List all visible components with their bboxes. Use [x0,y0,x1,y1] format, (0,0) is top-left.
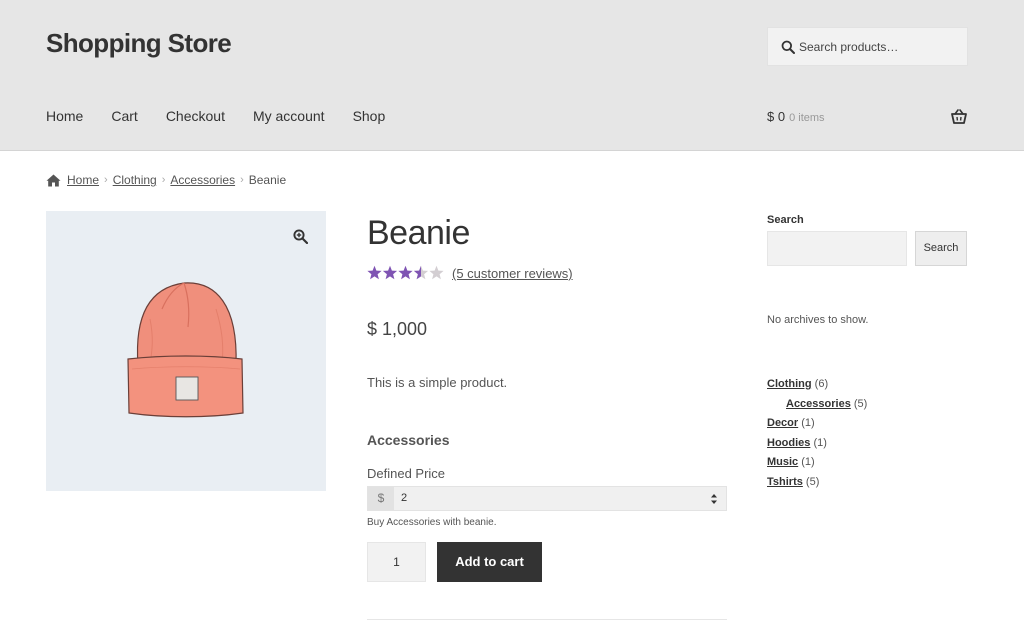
cart-items-count: 0 items [789,112,825,124]
breadcrumb-home[interactable]: Home [67,173,99,187]
breadcrumb-separator: › [161,174,166,186]
selected-price-value: 2 [401,492,408,504]
site-header: Shopping Store Search products… Home Car… [0,0,1024,151]
category-link-accessories[interactable]: Accessories [786,398,851,410]
site-title[interactable]: Shopping Store [46,28,232,59]
star-full-icon [398,265,413,280]
product-title: Beanie [367,214,470,252]
nav-shop[interactable]: Shop [353,108,386,128]
sidebar-search-input[interactable] [767,231,907,266]
star-full-icon [367,265,382,280]
nav-my-account[interactable]: My account [253,108,325,128]
zoom-in-icon[interactable] [293,229,308,244]
search-placeholder: Search products… [799,40,899,54]
category-link-clothing[interactable]: Clothing [767,378,812,390]
sidebar-search-button[interactable]: Search [915,231,967,266]
category-link-decor[interactable]: Decor [767,417,798,429]
addon-description: Buy Accessories with beanie. [367,517,497,528]
breadcrumb: Home › Clothing › Accessories › Beanie [46,173,286,187]
category-link-hoodies[interactable]: Hoodies [767,437,810,449]
category-count: (6) [814,378,829,390]
category-item: Clothing (6) [767,377,867,397]
product-gallery[interactable] [46,211,326,491]
category-count: (5) [853,397,868,410]
defined-price-select[interactable]: $ 2 [367,486,727,511]
star-empty-icon [429,265,444,280]
breadcrumb-separator: › [240,174,244,186]
addon-label: Defined Price [367,466,446,481]
category-link-tshirts[interactable]: Tshirts [767,476,803,488]
beanie-image [127,282,244,418]
header-cart-link[interactable]: $ 00 items [767,109,825,124]
short-description: This is a simple product. [367,375,508,390]
category-item: Decor (1) [767,416,867,436]
home-icon [46,174,61,186]
category-count: (5) [805,475,820,488]
add-to-cart-button[interactable]: Add to cart [437,542,542,582]
breadcrumb-separator: › [104,174,108,186]
breadcrumb-current: Beanie [248,173,287,187]
select-arrows-icon [711,494,717,504]
category-count: (1) [801,456,815,469]
breadcrumb-accessories[interactable]: Accessories [170,173,235,187]
basket-icon[interactable] [951,109,967,124]
search-icon [781,40,795,54]
category-item: Tshirts (5) [767,475,867,495]
currency-prefix: $ [368,487,394,510]
category-item: Music (1) [767,455,867,475]
nav-checkout[interactable]: Checkout [166,108,225,128]
no-archives-text: No archives to show. [767,314,869,326]
breadcrumb-clothing[interactable]: Clothing [113,173,157,187]
category-item: Hoodies (1) [767,436,867,456]
star-full-icon [382,265,398,280]
primary-nav: Home Cart Checkout My account Shop [46,108,413,128]
divider [367,619,727,620]
sidebar-search-label: Search [767,214,804,226]
quantity-input[interactable]: 1 [367,542,426,582]
category-count: (1) [801,417,815,430]
customer-reviews-link[interactable]: (5 customer reviews) [452,266,573,281]
cart-amount: $ 0 [767,109,786,124]
addon-heading: Accessories [367,432,450,448]
product-search-input[interactable]: Search products… [767,27,968,66]
category-item: Accessories (5) [767,397,867,417]
category-link-music[interactable]: Music [767,456,798,468]
star-rating [367,265,444,280]
category-count: (1) [813,436,827,449]
nav-home[interactable]: Home [46,108,83,128]
product-price: $ 1,000 [367,319,428,339]
nav-cart[interactable]: Cart [111,108,137,128]
category-list: Clothing (6) Accessories (5) Decor (1) H… [767,377,867,495]
